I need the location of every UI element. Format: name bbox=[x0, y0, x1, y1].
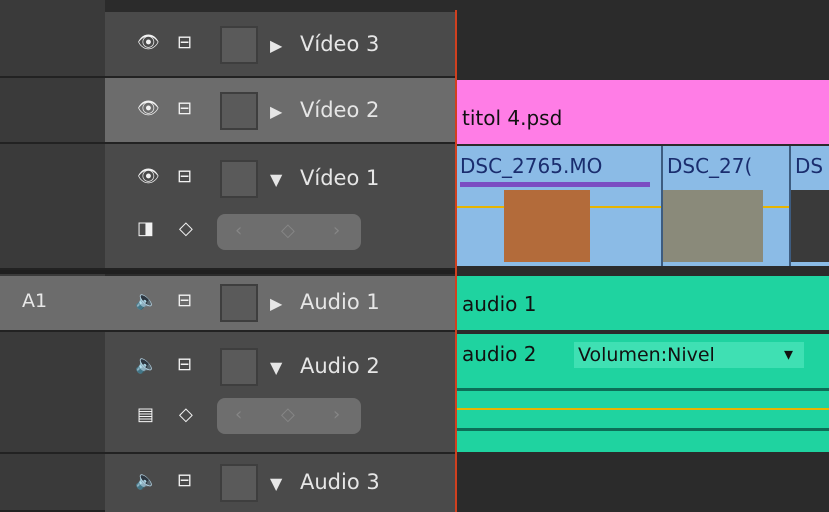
thumbnail bbox=[504, 190, 590, 262]
keyframe-navigator[interactable]: ‹ ◇ › bbox=[217, 398, 361, 434]
waveform-line-right bbox=[456, 428, 829, 431]
sync-lock-icon[interactable]: ⊟ bbox=[177, 166, 192, 187]
clip-audio-2[interactable]: audio 2 Volumen:Nivel ▾ bbox=[456, 334, 829, 452]
target-cell-v1[interactable] bbox=[0, 144, 105, 270]
track-header-audio-1[interactable]: 🔈 ⊟ ▶ Audio 1 bbox=[105, 276, 455, 332]
next-keyframe-icon[interactable]: › bbox=[333, 404, 340, 425]
next-keyframe-icon[interactable]: › bbox=[333, 220, 340, 241]
target-cell-a2[interactable] bbox=[0, 332, 105, 454]
expand-toggle-icon[interactable]: ▼ bbox=[270, 358, 282, 377]
track-name: Vídeo 3 bbox=[300, 32, 380, 56]
sync-lock-icon[interactable]: ⊟ bbox=[177, 32, 192, 53]
track-name: Audio 2 bbox=[300, 354, 380, 378]
sync-lock-icon[interactable]: ⊟ bbox=[177, 290, 192, 311]
lock-toggle[interactable] bbox=[220, 92, 258, 130]
expand-toggle-icon[interactable]: ▶ bbox=[270, 36, 282, 55]
sync-lock-icon[interactable]: ⊟ bbox=[177, 98, 192, 119]
track-header-video-2[interactable]: 👁 ⊟ ▶ Vídeo 2 bbox=[105, 78, 455, 144]
clip-name: audio 2 bbox=[462, 342, 537, 366]
eye-icon[interactable]: 👁 bbox=[137, 166, 160, 187]
prev-keyframe-icon[interactable]: ‹ bbox=[235, 220, 242, 241]
timeline-panel: A1 👁 ⊟ ▶ Vídeo 3 👁 ⊟ ▶ Vídeo 2 👁 ⊟ ▼ Víd… bbox=[0, 0, 829, 512]
target-cell-v3[interactable] bbox=[0, 12, 105, 78]
expand-toggle-icon[interactable]: ▶ bbox=[270, 294, 282, 313]
speaker-icon[interactable]: 🔈 bbox=[135, 470, 157, 491]
display-style-icon[interactable]: ◨ bbox=[137, 218, 154, 239]
lock-toggle[interactable] bbox=[220, 26, 258, 64]
lock-toggle[interactable] bbox=[220, 160, 258, 198]
track-name: Audio 3 bbox=[300, 470, 380, 494]
lock-toggle[interactable] bbox=[220, 284, 258, 322]
add-keyframe-icon[interactable]: ◇ bbox=[281, 220, 295, 241]
clip-title[interactable]: titol 4.psd bbox=[456, 80, 829, 144]
keyframe-icon[interactable]: ◇ bbox=[179, 218, 193, 239]
volume-dropdown[interactable]: Volumen:Nivel ▾ bbox=[574, 342, 804, 368]
lock-toggle[interactable] bbox=[220, 348, 258, 386]
track-header-audio-3[interactable]: 🔈 ⊟ ▼ Audio 3 bbox=[105, 454, 455, 512]
volume-line[interactable] bbox=[456, 408, 829, 410]
clip-video-a[interactable]: DSC_2765.MO bbox=[456, 146, 661, 266]
clip-name: audio 1 bbox=[462, 292, 537, 316]
thumbnail bbox=[791, 190, 829, 262]
clip-video-c[interactable]: DS bbox=[789, 146, 829, 266]
target-label-a1: A1 bbox=[22, 290, 48, 312]
sync-lock-icon[interactable]: ⊟ bbox=[177, 470, 192, 491]
track-header-video-3[interactable]: 👁 ⊟ ▶ Vídeo 3 bbox=[105, 12, 455, 78]
keyframe-navigator[interactable]: ‹ ◇ › bbox=[217, 214, 361, 250]
track-headers: 👁 ⊟ ▶ Vídeo 3 👁 ⊟ ▶ Vídeo 2 👁 ⊟ ▼ Vídeo … bbox=[105, 0, 455, 512]
clip-name: DSC_27( bbox=[667, 154, 753, 178]
clip-name: DS bbox=[795, 154, 824, 178]
clip-audio-1[interactable]: audio 1 bbox=[456, 276, 829, 330]
speaker-icon[interactable]: 🔈 bbox=[135, 290, 157, 311]
track-header-video-1[interactable]: 👁 ⊟ ▼ Vídeo 1 ◨ ◇ ‹ ◇ › bbox=[105, 144, 455, 270]
expand-toggle-icon[interactable]: ▶ bbox=[270, 102, 282, 121]
track-name: Vídeo 2 bbox=[300, 98, 380, 122]
sync-lock-icon[interactable]: ⊟ bbox=[177, 354, 192, 375]
clip-label-bar bbox=[460, 182, 650, 187]
add-keyframe-icon[interactable]: ◇ bbox=[281, 404, 295, 425]
playhead[interactable] bbox=[455, 10, 457, 512]
timeline-area[interactable]: titol 4.psd DSC_2765.MO DSC_27( DS audio… bbox=[456, 0, 829, 512]
dropdown-arrow-icon: ▾ bbox=[784, 344, 794, 365]
dropdown-value: Volumen:Nivel bbox=[578, 344, 715, 366]
waveform-line-left bbox=[456, 388, 829, 391]
waveform-icon[interactable]: ▤ bbox=[137, 404, 154, 425]
expand-toggle-icon[interactable]: ▼ bbox=[270, 170, 282, 189]
clip-name: titol 4.psd bbox=[462, 106, 563, 130]
track-name: Audio 1 bbox=[300, 290, 380, 314]
keyframe-icon[interactable]: ◇ bbox=[179, 404, 193, 425]
target-cell-a1[interactable]: A1 bbox=[0, 276, 105, 332]
track-name: Vídeo 1 bbox=[300, 166, 380, 190]
speaker-icon[interactable]: 🔈 bbox=[135, 354, 157, 375]
clip-name: DSC_2765.MO bbox=[460, 154, 603, 178]
target-cell-a3[interactable] bbox=[0, 454, 105, 512]
track-header-audio-2[interactable]: 🔈 ⊟ ▼ Audio 2 ▤ ◇ ‹ ◇ › bbox=[105, 332, 455, 454]
lock-toggle[interactable] bbox=[220, 464, 258, 502]
target-cell-v2[interactable] bbox=[0, 78, 105, 144]
thumbnail bbox=[663, 190, 763, 262]
eye-icon[interactable]: 👁 bbox=[137, 98, 160, 119]
expand-toggle-icon[interactable]: ▼ bbox=[270, 474, 282, 493]
eye-icon[interactable]: 👁 bbox=[137, 32, 160, 53]
clip-video-b[interactable]: DSC_27( bbox=[661, 146, 791, 266]
prev-keyframe-icon[interactable]: ‹ bbox=[235, 404, 242, 425]
